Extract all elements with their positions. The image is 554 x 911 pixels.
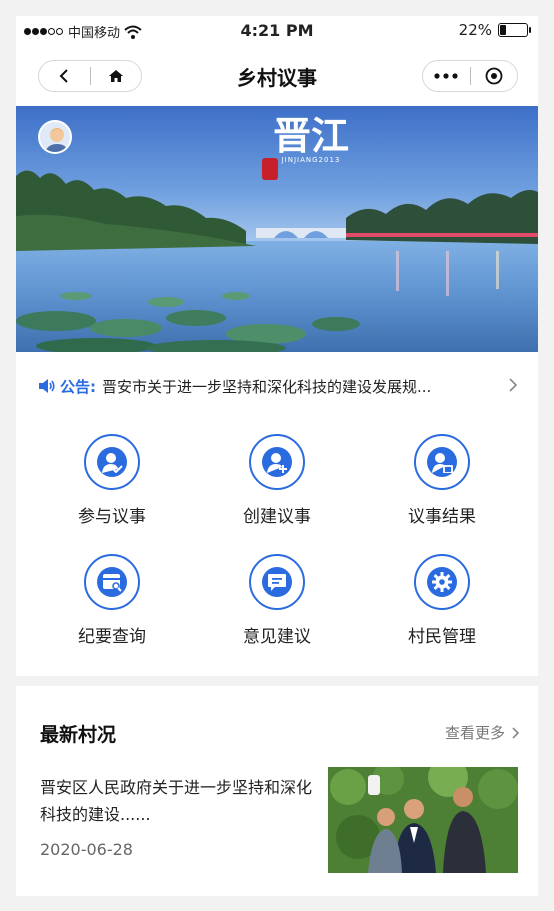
menu-label-feedback: 意见建议 bbox=[243, 627, 311, 647]
more-dots-icon bbox=[434, 73, 458, 79]
battery-status: 22% bbox=[458, 21, 531, 39]
menu-label-create: 创建议事 bbox=[243, 507, 311, 527]
close-miniapp-button[interactable] bbox=[471, 61, 518, 91]
menu-item-minutes[interactable]: 纪要查询 bbox=[42, 554, 182, 647]
view-more-label: 查看更多 bbox=[444, 724, 505, 742]
menu-item-join[interactable]: 参与议事 bbox=[42, 434, 182, 527]
user-result-icon bbox=[432, 453, 453, 473]
menu-label-villagers: 村民管理 bbox=[408, 627, 476, 647]
section-title: 最新村况 bbox=[40, 724, 117, 746]
banner-image[interactable]: 晋江 JINJIANG2013 bbox=[16, 106, 538, 352]
notice-label: 公告: bbox=[60, 377, 96, 396]
view-more-link[interactable]: 查看更多 bbox=[445, 722, 520, 743]
comment-icon bbox=[268, 574, 286, 591]
battery-icon bbox=[498, 23, 531, 37]
menu-label-minutes: 纪要查询 bbox=[78, 627, 146, 647]
user-check-icon bbox=[102, 453, 123, 473]
news-title[interactable]: 晋安区人民政府关于进一步坚持和深化科技的建设...... bbox=[40, 774, 322, 828]
nav-capsule-right bbox=[422, 60, 518, 92]
menu-item-result[interactable]: 议事结果 bbox=[372, 434, 512, 527]
menu-item-feedback[interactable]: 意见建议 bbox=[207, 554, 347, 647]
news-thumbnail[interactable] bbox=[328, 767, 518, 873]
status-bar: 中国移动 4:21 PM 22% bbox=[16, 16, 538, 46]
more-button[interactable] bbox=[423, 61, 470, 91]
news-date: 2020-06-28 bbox=[40, 840, 133, 859]
menu-item-create[interactable]: 创建议事 bbox=[207, 434, 347, 527]
menu-label-result: 议事结果 bbox=[408, 507, 476, 527]
banner-calligraphy-text: 晋江 bbox=[272, 113, 349, 158]
nav-bar: 乡村议事 bbox=[16, 52, 538, 98]
avatar[interactable] bbox=[38, 120, 72, 154]
chevron-right-icon bbox=[512, 726, 520, 739]
target-icon bbox=[485, 67, 503, 85]
user-add-icon bbox=[267, 453, 287, 473]
news-card: 最新村况 查看更多 晋安区人民政府关于进一步坚持和深化科技的建设...... 2… bbox=[16, 686, 538, 896]
menu-label-join: 参与议事 bbox=[78, 507, 146, 527]
notice-text: 晋安市关于进一步坚持和深化科技的建设发展规... bbox=[102, 377, 432, 396]
battery-percent: 22% bbox=[458, 21, 492, 39]
archive-search-icon bbox=[103, 574, 122, 592]
menu-item-villagers[interactable]: 村民管理 bbox=[372, 554, 512, 647]
gear-icon bbox=[432, 572, 452, 592]
chevron-right-icon bbox=[509, 378, 518, 392]
speaker-icon bbox=[39, 379, 55, 393]
orchard-photo bbox=[328, 767, 518, 873]
notice-bar[interactable]: 公告: 晋安市关于进一步坚持和深化科技的建设发展规... bbox=[16, 368, 538, 404]
banner-calligraphy: 晋江 JINJIANG2013 bbox=[261, 113, 361, 165]
